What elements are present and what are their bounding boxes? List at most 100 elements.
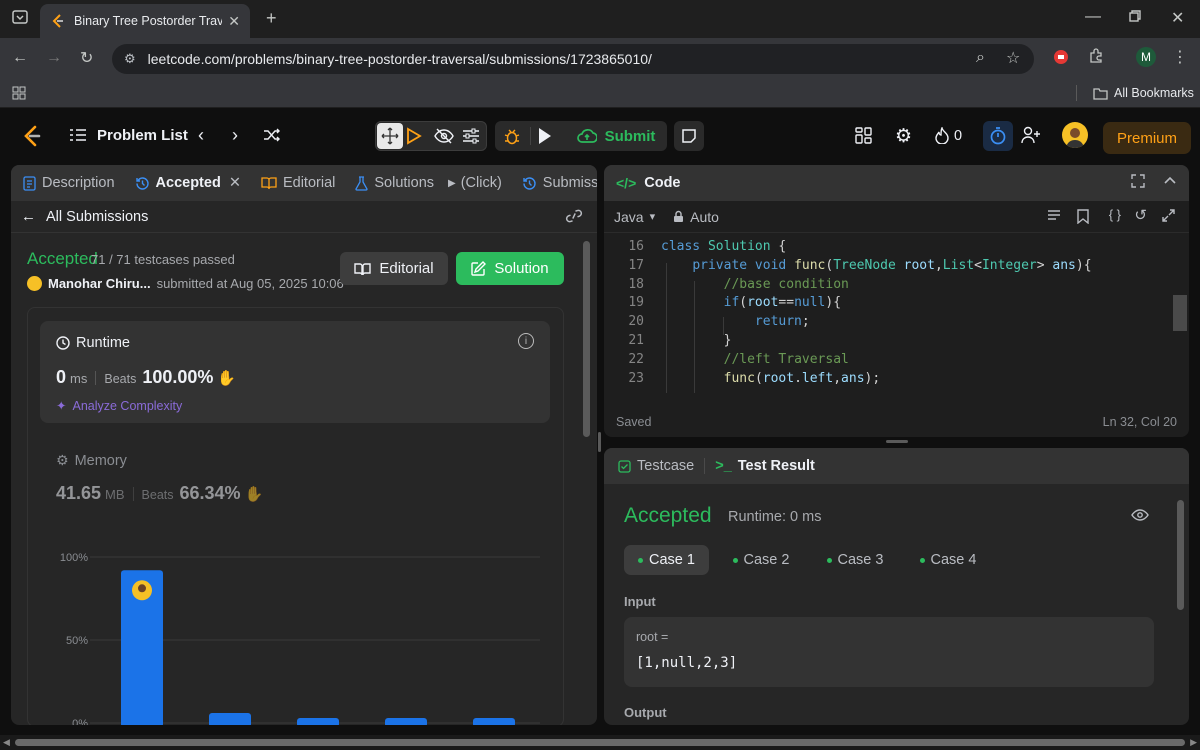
next-problem-icon[interactable]: › (232, 125, 238, 146)
distribution-bar[interactable] (385, 718, 427, 725)
site-info-icon[interactable]: ⚙ (124, 51, 136, 67)
notes-icon[interactable] (674, 121, 704, 151)
solution-button[interactable]: Solution (456, 252, 564, 285)
random-problem-icon[interactable] (263, 127, 281, 143)
hide-eye-icon[interactable] (434, 128, 454, 144)
back-icon[interactable]: ← (12, 49, 28, 67)
case-4-label: Case 4 (930, 552, 977, 568)
line-code: } (661, 333, 732, 348)
tab-click[interactable]: ▶ (Click) (448, 175, 502, 191)
layout-grid-icon[interactable] (855, 127, 872, 144)
memory-header[interactable]: ⚙ Memory (56, 452, 127, 469)
leetcode-logo-icon[interactable] (22, 125, 42, 147)
close-window-icon[interactable]: ✕ (1171, 8, 1184, 28)
settings-sliders-icon[interactable] (462, 128, 480, 144)
author-avatar[interactable] (27, 276, 42, 291)
play-outline-icon[interactable] (406, 127, 422, 145)
run-play-icon[interactable] (538, 127, 552, 145)
timer-icon[interactable] (983, 121, 1013, 151)
address-bar[interactable]: ⚙ leetcode.com/problems/binary-tree-post… (112, 44, 1034, 74)
profile-avatar[interactable]: M (1136, 47, 1156, 67)
leetcode-favicon-icon (52, 14, 63, 28)
collapse-chevron-icon[interactable] (1163, 174, 1177, 192)
pass-dot (826, 557, 832, 563)
auto-mode-label: Auto (690, 208, 719, 225)
author-name[interactable]: Manohar Chiru... (48, 276, 151, 291)
language-select[interactable]: Java ▾ (614, 209, 655, 225)
case-4-tab[interactable]: Case 4 (908, 545, 988, 575)
browser-tab[interactable]: Binary Tree Postorder Traversal ✕ (40, 4, 250, 38)
editorial-button[interactable]: Editorial (340, 252, 448, 285)
runtime-beats-label: Beats (104, 372, 137, 386)
chevron-down-icon: ▾ (649, 211, 656, 223)
reload-icon[interactable]: ↻ (80, 48, 93, 68)
save-status: Saved (616, 415, 652, 429)
streak-counter[interactable]: 0 (935, 127, 962, 144)
tab-solutions[interactable]: Solutions (355, 175, 434, 191)
eye-icon[interactable] (1131, 508, 1149, 526)
expand-icon[interactable] (1162, 209, 1175, 225)
tab-search-icon[interactable] (12, 9, 28, 30)
sparkle-icon: ✦ (56, 399, 67, 413)
runtime-card[interactable]: Runtime i 0 ms Beats 100.00% ✋ ✦ Analyze… (40, 321, 550, 423)
y-tick-label: 100% (60, 552, 88, 564)
code-scrollbar[interactable] (1173, 295, 1187, 331)
prev-problem-icon[interactable]: ‹ (198, 125, 204, 146)
submit-button[interactable]: Submit (566, 121, 666, 151)
fullscreen-icon[interactable] (1131, 174, 1145, 192)
new-tab-icon[interactable]: + (266, 8, 277, 29)
horizontal-resize-handle[interactable] (598, 432, 601, 452)
extension-red-icon[interactable] (1053, 49, 1069, 70)
distribution-bar[interactable] (473, 718, 515, 725)
tab-accepted[interactable]: Accepted ✕ (135, 175, 241, 191)
forward-icon[interactable]: → (46, 49, 62, 67)
format-lines-icon[interactable] (1047, 209, 1061, 226)
move-layout-icon[interactable] (377, 123, 403, 149)
scroll-right-icon[interactable]: ▶ (1190, 737, 1197, 748)
zoom-icon[interactable]: ⌕ (976, 49, 985, 67)
tab-testcase[interactable]: Testcase (618, 458, 694, 474)
debug-bug-icon[interactable] (503, 127, 521, 145)
premium-button[interactable]: Premium (1103, 122, 1191, 154)
restore-icon[interactable] (1128, 9, 1142, 28)
tab-editorial-label: Editorial (282, 175, 336, 191)
user-avatar[interactable] (1062, 122, 1088, 148)
chrome-menu-icon[interactable]: ⋮ (1172, 47, 1188, 67)
all-bookmarks-button[interactable]: All Bookmarks (1093, 86, 1194, 100)
bookmark-icon[interactable] (1077, 209, 1089, 227)
tab-submissions[interactable]: Submissi (522, 175, 597, 191)
add-collaborator-icon[interactable] (1021, 126, 1041, 144)
bookmark-star-icon[interactable]: ☆ (1006, 48, 1020, 68)
test-scrollbar[interactable] (1177, 500, 1184, 610)
braces-icon[interactable]: { } (1109, 207, 1121, 222)
all-submissions-link[interactable]: ← All Submissions (11, 201, 597, 233)
play-small-icon: ▶ (448, 177, 456, 189)
scroll-left-icon[interactable]: ◀ (3, 737, 10, 748)
panel-scrollbar[interactable] (583, 241, 590, 437)
distribution-bar[interactable] (209, 713, 251, 725)
problem-list-link[interactable]: Problem List (97, 127, 188, 144)
scroll-thumb[interactable] (15, 739, 1185, 746)
case-1-tab[interactable]: Case 1 (624, 545, 709, 575)
distribution-bar[interactable] (297, 718, 339, 725)
close-tab-icon[interactable]: ✕ (229, 175, 241, 191)
code-editor[interactable]: 16 class Solution {17 private void func(T… (604, 233, 1189, 393)
tab-test-result[interactable]: >_ Test Result (715, 458, 815, 474)
minimize-icon[interactable]: — (1085, 8, 1101, 26)
auto-mode[interactable]: Auto (673, 209, 719, 225)
link-icon[interactable] (565, 209, 583, 227)
apps-grid-icon[interactable] (12, 86, 26, 105)
case-3-tab[interactable]: Case 3 (815, 545, 895, 575)
analyze-complexity-link[interactable]: ✦ Analyze Complexity (56, 398, 182, 414)
close-tab-icon[interactable]: ✕ (228, 13, 240, 30)
vertical-resize-handle[interactable] (886, 440, 908, 443)
tab-editorial[interactable]: Editorial (261, 175, 335, 191)
tab-description[interactable]: Description (23, 175, 115, 191)
settings-gear-icon[interactable]: ⚙ (895, 125, 912, 148)
reset-icon[interactable]: ↺ (1134, 206, 1147, 224)
chip-icon: ⚙ (56, 452, 69, 468)
extensions-puzzle-icon[interactable] (1088, 48, 1104, 69)
horizontal-scrollbar[interactable]: ◀ ▶ (0, 735, 1200, 750)
case-2-tab[interactable]: Case 2 (721, 545, 801, 575)
info-icon[interactable]: i (518, 333, 534, 349)
